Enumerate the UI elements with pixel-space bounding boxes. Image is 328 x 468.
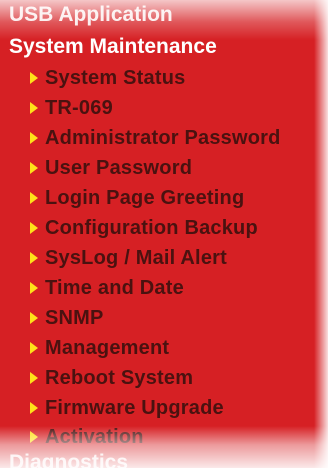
arrow-right-icon [30, 102, 38, 114]
menu-item-label: Activation [45, 426, 144, 448]
menu-item-label: SysLog / Mail Alert [45, 247, 227, 269]
arrow-right-icon [30, 282, 38, 294]
arrow-right-icon [30, 372, 38, 384]
menu-item-label: Reboot System [45, 367, 194, 389]
menu-item-label: Login Page Greeting [45, 187, 245, 209]
right-fade-overlay [314, 0, 328, 468]
section-system-maintenance[interactable]: System Maintenance [9, 34, 217, 60]
menu-item-label: Administrator Password [45, 127, 281, 149]
menu-item-system-status[interactable]: System Status [30, 63, 185, 93]
arrow-right-icon [30, 312, 38, 324]
menu-item-label: User Password [45, 157, 193, 179]
menu-item-snmp[interactable]: SNMP [30, 303, 104, 333]
menu-item-label: TR-069 [45, 97, 113, 119]
section-usb-application[interactable]: USB Application [9, 2, 173, 28]
menu-item-administrator-password[interactable]: Administrator Password [30, 123, 281, 153]
section-diagnostics[interactable]: Diagnostics [9, 450, 128, 468]
menu-item-login-page-greeting[interactable]: Login Page Greeting [30, 183, 244, 213]
menu-item-label: Firmware Upgrade [45, 397, 224, 419]
menu-item-tr-069[interactable]: TR-069 [30, 93, 113, 123]
arrow-right-icon [30, 431, 38, 443]
menu-item-configuration-backup[interactable]: Configuration Backup [30, 213, 258, 243]
menu-item-firmware-upgrade[interactable]: Firmware Upgrade [30, 393, 224, 423]
arrow-right-icon [30, 252, 38, 264]
arrow-right-icon [30, 222, 38, 234]
menu-item-reboot-system[interactable]: Reboot System [30, 363, 193, 393]
arrow-right-icon [30, 402, 38, 414]
menu-item-syslog-mail-alert[interactable]: SysLog / Mail Alert [30, 243, 227, 273]
menu-item-label: System Status [45, 67, 186, 89]
arrow-right-icon [30, 192, 38, 204]
menu-item-label: Configuration Backup [45, 217, 258, 239]
menu-item-label: Management [45, 337, 170, 359]
menu-item-management[interactable]: Management [30, 333, 169, 363]
menu-item-label: SNMP [45, 307, 104, 329]
menu-item-user-password[interactable]: User Password [30, 153, 192, 183]
menu-item-label: Time and Date [45, 277, 184, 299]
sidebar-menu: USB Application System Maintenance Syste… [0, 0, 328, 468]
arrow-right-icon [30, 162, 38, 174]
arrow-right-icon [30, 72, 38, 84]
arrow-right-icon [30, 132, 38, 144]
arrow-right-icon [30, 342, 38, 354]
menu-item-activation[interactable]: Activation [30, 422, 144, 452]
menu-item-time-and-date[interactable]: Time and Date [30, 273, 184, 303]
